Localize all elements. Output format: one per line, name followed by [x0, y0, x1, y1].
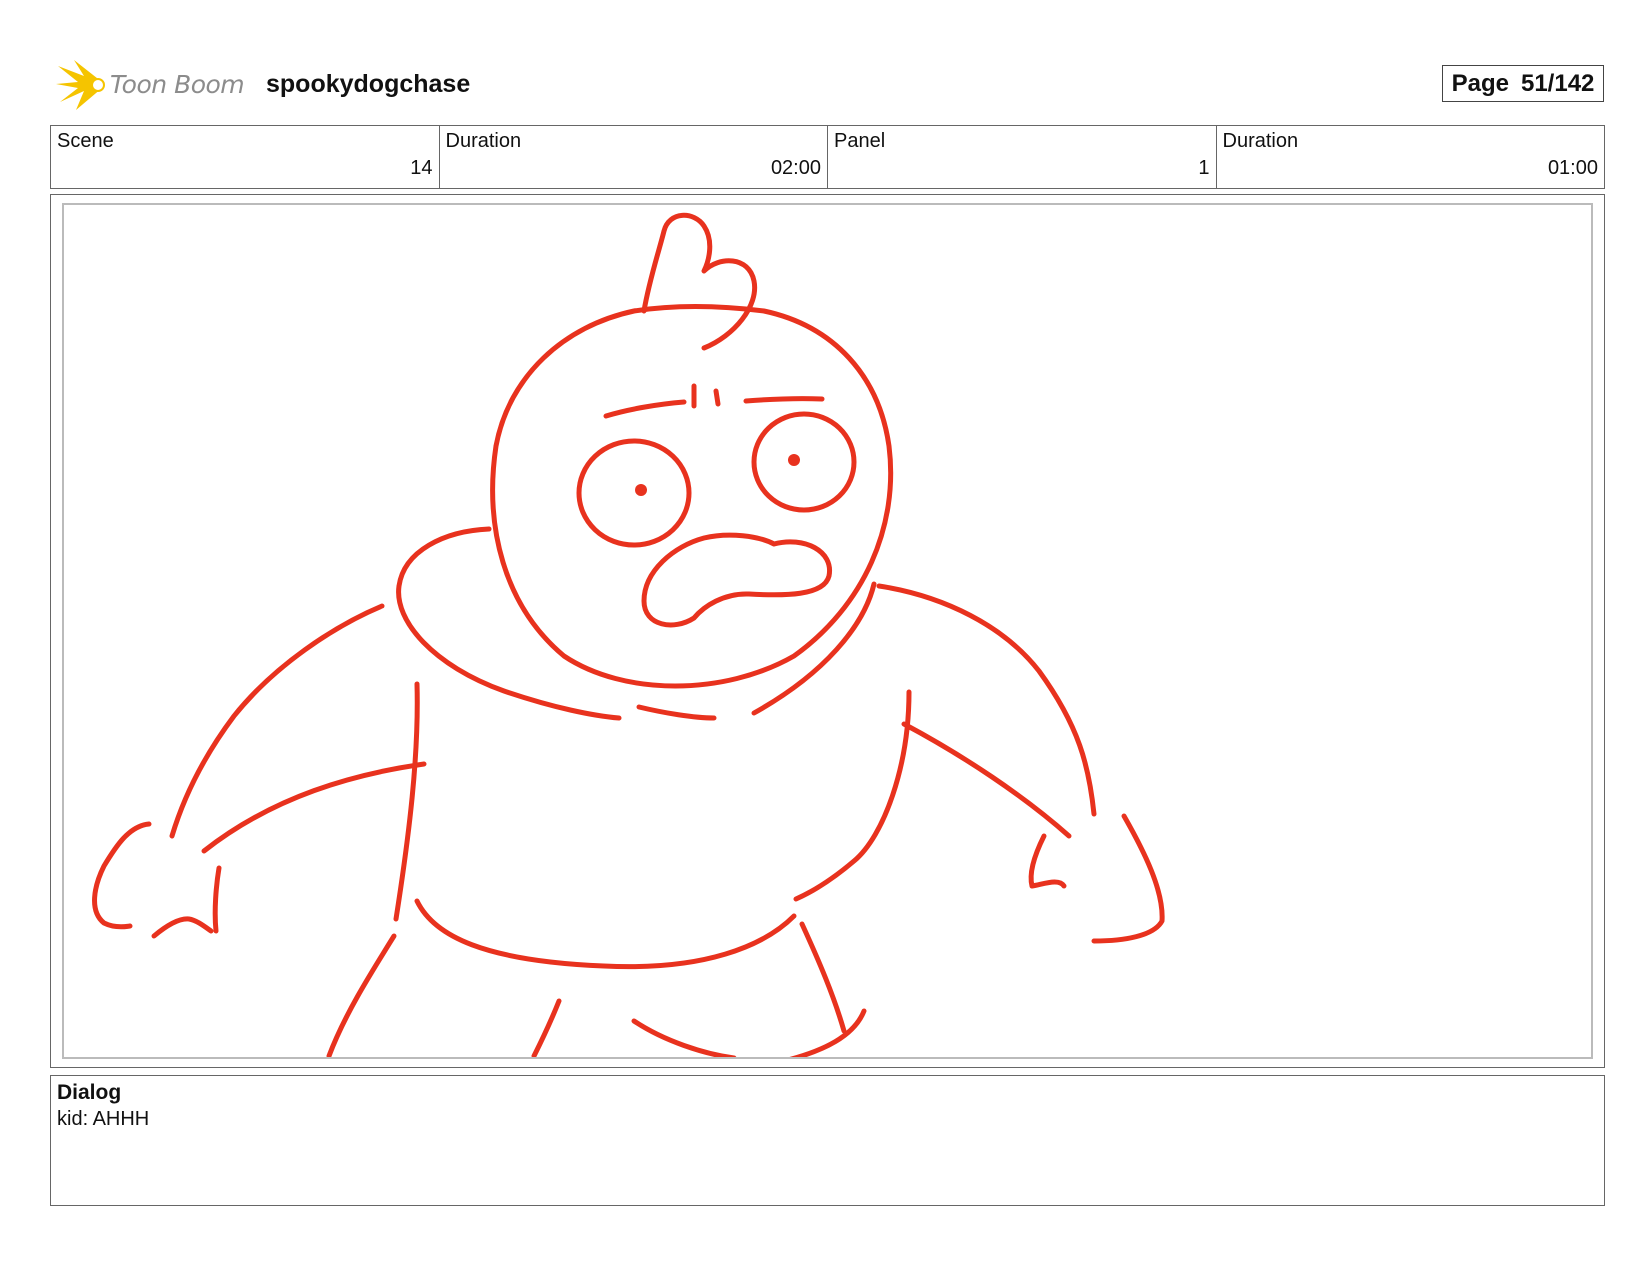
- panel-label: Panel: [834, 130, 886, 152]
- scene-cell: Scene 14: [51, 126, 439, 188]
- scene-value: 14: [410, 157, 433, 179]
- dialog-title: Dialog: [57, 1081, 122, 1104]
- scene-duration-value: 02:00: [770, 157, 821, 179]
- scene-info-table: Scene 14 Duration 02:00 Panel 1 Duration…: [50, 125, 1605, 189]
- character-sketch: [92, 212, 1165, 1057]
- page-counter: Page 51/142: [1442, 65, 1604, 102]
- panel-duration-label: Duration: [1222, 130, 1299, 152]
- storyboard-panel: [50, 194, 1605, 1068]
- scene-label: Scene: [57, 130, 114, 152]
- panel-cell: Panel 1: [827, 126, 1216, 188]
- page-header: Toon Boom spookydogchase Page 51/142: [54, 58, 1604, 110]
- project-title: spookydogchase: [266, 70, 471, 98]
- panel-image-area: [62, 203, 1593, 1059]
- logo-text: Toon Boom: [110, 70, 245, 99]
- page-number: 51/142: [1520, 69, 1595, 97]
- page-label: Page: [1451, 69, 1509, 97]
- starburst-icon: [56, 60, 105, 110]
- toon-boom-logo: Toon Boom: [54, 58, 254, 112]
- scene-duration-cell: Duration 02:00: [438, 126, 828, 188]
- scene-duration-label: Duration: [445, 130, 522, 152]
- panel-duration-cell: Duration 01:00: [1215, 126, 1605, 188]
- dialog-text: kid: AHHH: [57, 1108, 150, 1130]
- dialog-box: Dialog kid: AHHH: [50, 1075, 1605, 1206]
- panel-duration-value: 01:00: [1547, 157, 1598, 179]
- panel-value: 1: [1198, 157, 1210, 179]
